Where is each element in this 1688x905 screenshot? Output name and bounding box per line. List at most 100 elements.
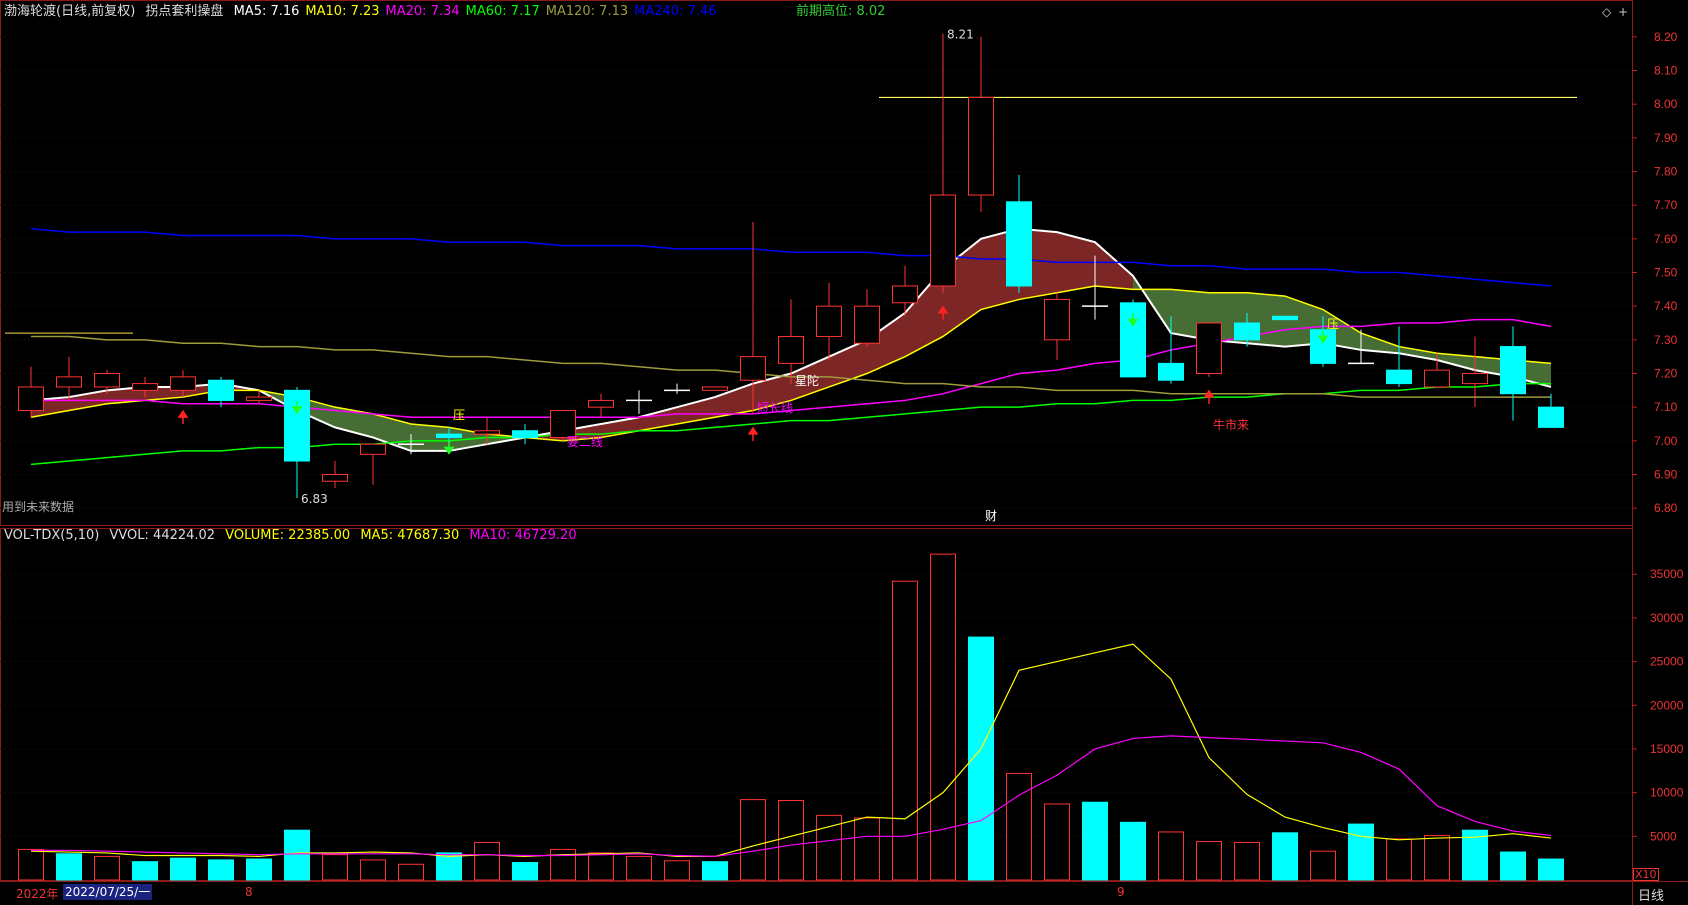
volume-tick-label: 30000 [1650, 611, 1684, 625]
candle-body [170, 376, 196, 391]
ma-legend-0: MA5: 7.16 [233, 4, 300, 19]
candle-body [930, 194, 956, 287]
volume-bar [1044, 803, 1070, 881]
candle-body [702, 386, 728, 391]
candle-body [512, 430, 538, 438]
price-tick-label: 7.90 [1654, 131, 1678, 145]
volume-bar [702, 861, 728, 881]
chart-annotation: 财 [985, 509, 997, 523]
stock-title[interactable]: 渤海轮渡(日线,前复权) [4, 4, 135, 19]
volume-bar [1310, 850, 1336, 881]
volume-bar [322, 854, 348, 881]
price-tick-label: 7.80 [1654, 165, 1678, 179]
volume-bar [56, 853, 82, 881]
candle-body [740, 356, 766, 381]
candle-body [1158, 362, 1184, 381]
ma-legend-5: MA240: 7.46 [634, 4, 717, 19]
volume-bar [1234, 841, 1260, 881]
ma-line-ma240 [30, 227, 1552, 287]
volume-bar [740, 799, 766, 881]
unit-x10-label: X10 [1633, 868, 1659, 881]
price-tick-label: 6.90 [1654, 468, 1678, 482]
volume-bar [588, 852, 614, 881]
price-tick-label: 7.60 [1654, 232, 1678, 246]
volume-bar [1158, 831, 1184, 881]
chart-annotation: 8.21 [947, 27, 974, 41]
volume-bar [284, 829, 310, 881]
ma-legend-1: MA10: 7.23 [305, 4, 380, 19]
volume-header: VOL-TDX(5,10) VVOL: 44224.02 VOLUME: 223… [4, 528, 583, 544]
price-tick-label: 7.30 [1654, 333, 1678, 347]
candle-body [1196, 322, 1222, 374]
volume-bar [474, 841, 500, 881]
buy-arrow-icon [747, 426, 759, 441]
candle-body [284, 389, 310, 462]
candle-body [322, 474, 348, 482]
price-header: 渤海轮渡(日线,前复权) 拐点套利操盘 MA5: 7.16 MA10: 7.23 M… [4, 4, 729, 20]
volume-bar [626, 855, 652, 881]
volume-bar [1082, 801, 1108, 881]
volume-bar [1538, 858, 1564, 881]
vol-ma5-value: MA5: 47687.30 [360, 528, 460, 543]
stock-chart[interactable]: 6.80 6.90 7.00 7.10 7.20 7.30 7.40 7.50 7.60 7.70… [0, 0, 1688, 905]
candle-body [1500, 346, 1526, 395]
diamond-icon[interactable]: ◇ [1602, 5, 1611, 19]
candle-body [778, 335, 804, 364]
vol-indicator-name[interactable]: VOL-TDX(5,10) [4, 528, 99, 543]
candle-body [94, 373, 120, 388]
chart-annotation: 短长线 [757, 401, 793, 415]
ma-fill-band [1095, 242, 1133, 290]
period-selector[interactable]: 日线 [1638, 885, 1664, 904]
volume-tick-label: 15000 [1650, 742, 1684, 756]
prev-high-label: 前期高位: 8.02 [796, 4, 886, 19]
candle-body [1006, 201, 1032, 287]
vol-ma10-value: MA10: 46729.20 [469, 528, 577, 543]
chart-annotation: 压 [453, 408, 465, 422]
candle-body [1462, 373, 1488, 385]
price-tick-label: 7.40 [1654, 299, 1678, 313]
indicator-name[interactable]: 拐点套利操盘 [145, 4, 223, 19]
buy-arrow-icon [1203, 389, 1215, 404]
candle-body [18, 386, 44, 412]
price-tick-label: 7.20 [1654, 367, 1678, 381]
candle-body [816, 305, 842, 337]
price-tick-label: 8.10 [1654, 64, 1678, 78]
volume-bar [664, 860, 690, 881]
candle-body [1538, 406, 1564, 428]
volume-bar [246, 858, 272, 881]
volume-bar [18, 848, 44, 881]
candle-body [588, 399, 614, 408]
plus-icon[interactable]: + [1618, 5, 1628, 19]
year-label: 2022年 [16, 887, 59, 901]
ma-legend-3: MA60: 7.17 [465, 4, 540, 19]
volume-bar [360, 859, 386, 881]
volume-bar [132, 861, 158, 881]
price-tick-label: 7.70 [1654, 198, 1678, 212]
volume-bar [1196, 841, 1222, 881]
chart-annotation: 牛市来 [1213, 417, 1249, 432]
month-8-label: 8 [245, 885, 253, 899]
chart-annotation: 6.83 [301, 492, 328, 506]
volume-tick-label: 20000 [1650, 698, 1684, 712]
price-tick-label: 8.20 [1654, 30, 1678, 44]
candle-body [1272, 315, 1298, 321]
candle-body [1424, 369, 1450, 388]
volume-bar [398, 863, 424, 881]
vvol-value: VVOL: 44224.02 [109, 528, 216, 543]
volume-bar [1500, 851, 1526, 881]
candle-body [208, 379, 234, 401]
price-tick-label: 6.80 [1654, 501, 1678, 515]
volume-bar [94, 855, 120, 881]
candle-body [474, 430, 500, 435]
price-tick-label: 7.50 [1654, 266, 1678, 280]
volume-bar [854, 817, 880, 881]
chart-annotation: 要二线 [567, 435, 603, 449]
candle-body [436, 433, 462, 438]
candle-body [1386, 369, 1412, 385]
candle-body [360, 443, 386, 455]
candle-body [132, 383, 158, 391]
buy-arrow-icon [177, 409, 189, 425]
candle-body [550, 410, 576, 438]
candle-body [1234, 322, 1260, 341]
candle-body [1044, 298, 1070, 341]
